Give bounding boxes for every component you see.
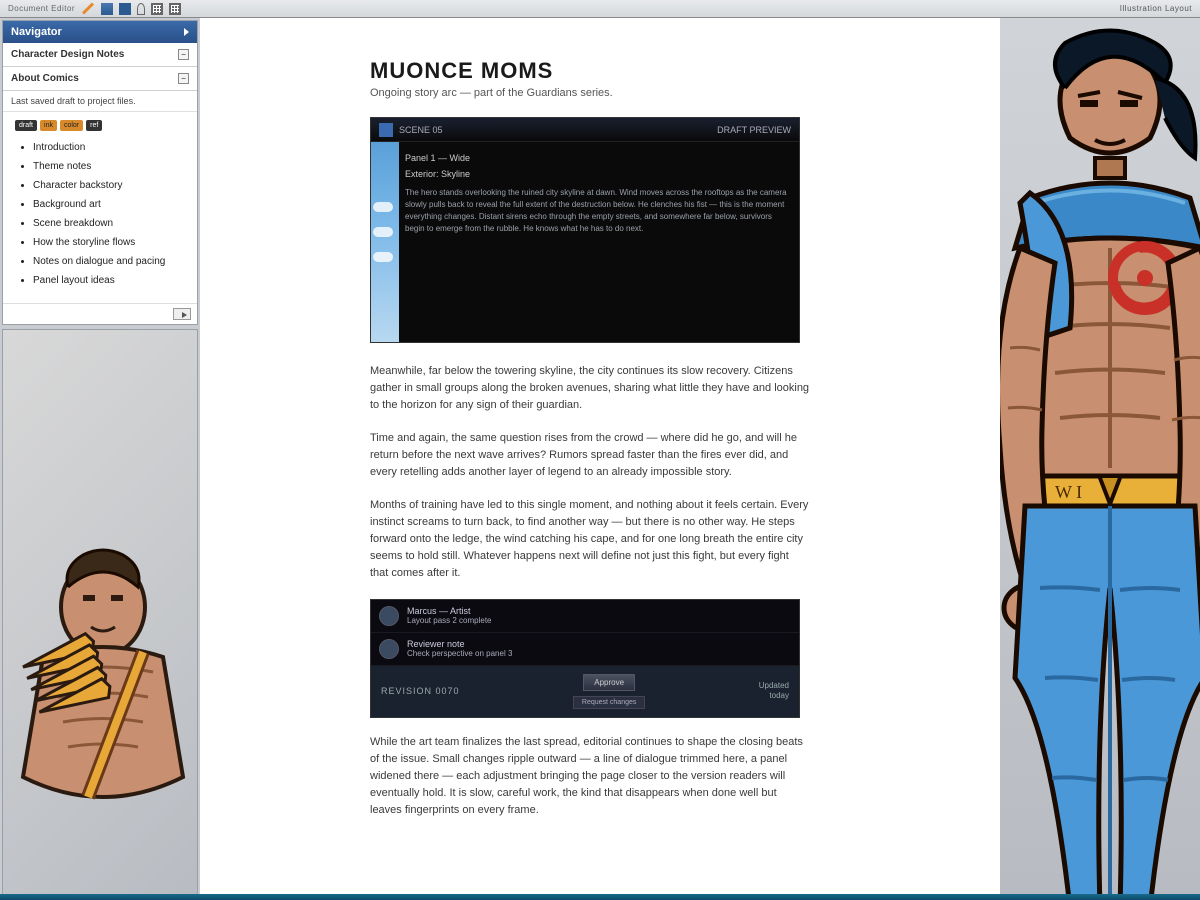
embed-top-left: SCENE 05	[399, 125, 443, 135]
document-icon[interactable]	[101, 3, 113, 15]
scene-icon	[379, 123, 393, 137]
avatar-icon	[379, 639, 399, 659]
list-item[interactable]: Theme notes	[33, 158, 185, 175]
sidebar: Navigator Character Design Notes − About…	[0, 18, 200, 900]
edit-icon[interactable]	[82, 2, 94, 14]
article-paragraph: While the art team finalizes the last sp…	[370, 734, 810, 819]
review-embed: Marcus — Artist Layout pass 2 complete R…	[370, 599, 800, 718]
attachment-icon[interactable]	[137, 3, 145, 15]
right-hero-illustration: W I	[1000, 18, 1200, 900]
embed-body-text: The hero stands overlooking the ruined c…	[405, 187, 787, 235]
article-main: MUONCE MOMS Ongoing story arc — part of …	[200, 18, 1000, 900]
review-row[interactable]: Reviewer note Check perspective on panel…	[371, 633, 799, 666]
bottom-accent-bar	[0, 894, 1200, 900]
tag-row: draft ink color ref	[15, 120, 185, 131]
outline-list: Introduction Theme notes Character backs…	[15, 139, 185, 289]
panel-header[interactable]: Navigator	[3, 21, 197, 43]
article-paragraph: Months of training have led to this sing…	[370, 497, 810, 582]
toolbar-right-label: Illustration Layout	[1120, 4, 1192, 13]
review-name: Marcus — Artist	[407, 606, 492, 616]
embed-line: Exterior: Skyline	[405, 168, 787, 182]
expand-icon[interactable]: −	[178, 49, 189, 60]
row-label: About Comics	[11, 73, 79, 84]
list-item[interactable]: Introduction	[33, 139, 185, 156]
navigator-panel: Navigator Character Design Notes − About…	[2, 20, 198, 325]
article-subtitle: Ongoing story arc — part of the Guardian…	[370, 87, 950, 99]
scene-preview-embed: SCENE 05 DRAFT PREVIEW Panel 1 — Wide Ex…	[370, 117, 800, 343]
updated-value: today	[759, 691, 789, 701]
app-toolbar: Document Editor Illustration Layout	[0, 0, 1200, 18]
panel-footer	[3, 303, 197, 324]
article-paragraph: Meanwhile, far below the towering skylin…	[370, 363, 810, 414]
panel-row[interactable]: Character Design Notes −	[3, 43, 197, 67]
review-row[interactable]: Marcus — Artist Layout pass 2 complete	[371, 600, 799, 633]
panel-subtext: Last saved draft to project files.	[3, 91, 197, 112]
tag[interactable]: draft	[15, 120, 37, 131]
embed-top-right: DRAFT PREVIEW	[717, 125, 791, 135]
belt-text: W I	[1055, 482, 1082, 502]
row-label: Character Design Notes	[11, 49, 124, 60]
chevron-right-icon	[184, 28, 189, 36]
list-item[interactable]: How the storyline flows	[33, 234, 185, 251]
save-icon[interactable]	[119, 3, 131, 15]
list-item[interactable]: Character backstory	[33, 177, 185, 194]
review-sub: Check perspective on panel 3	[407, 649, 512, 658]
revision-label: REVISION 0070	[381, 686, 460, 696]
expand-icon[interactable]: −	[178, 73, 189, 84]
layout-icon[interactable]	[151, 3, 163, 15]
tag[interactable]: ref	[86, 120, 102, 131]
avatar-icon	[379, 606, 399, 626]
panel-row[interactable]: About Comics −	[3, 67, 197, 91]
embed-line: Panel 1 — Wide	[405, 152, 787, 166]
updated-label: Updated	[759, 681, 789, 691]
request-changes-button[interactable]: Request changes	[573, 696, 645, 709]
review-name: Reviewer note	[407, 639, 512, 649]
review-sub: Layout pass 2 complete	[407, 616, 492, 625]
app-label: Document Editor	[8, 4, 75, 13]
panel-title: Navigator	[11, 26, 62, 38]
tag[interactable]: ink	[40, 120, 57, 131]
list-item[interactable]: Scene breakdown	[33, 215, 185, 232]
article-title: MUONCE MOMS	[370, 58, 950, 84]
table-icon[interactable]	[169, 3, 181, 15]
next-icon[interactable]	[173, 308, 191, 320]
article-paragraph: Time and again, the same question rises …	[370, 430, 810, 481]
left-hero-illustration	[2, 329, 198, 898]
list-item[interactable]: Background art	[33, 196, 185, 213]
list-item[interactable]: Notes on dialogue and pacing	[33, 253, 185, 270]
list-item[interactable]: Panel layout ideas	[33, 272, 185, 289]
approve-button[interactable]: Approve	[583, 674, 635, 691]
tag[interactable]: color	[60, 120, 83, 131]
